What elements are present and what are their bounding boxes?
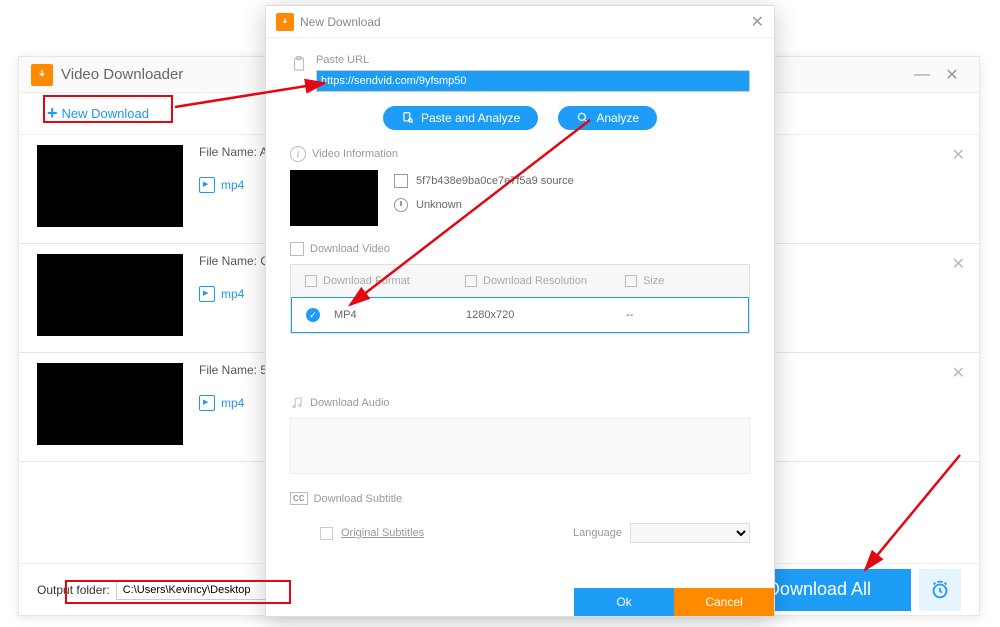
selected-radio-icon: ✓ [306,308,320,322]
language-select[interactable] [630,523,750,543]
cancel-button[interactable]: Cancel [674,588,774,616]
format-text: mp4 [221,396,244,410]
video-format-icon [199,177,215,193]
output-folder-label: Output folder: [37,583,110,597]
clipboard-icon [290,54,308,74]
search-icon [576,111,590,125]
video-thumbnail [37,254,183,336]
video-info-header: i Video Information [290,146,750,162]
format-text: mp4 [221,178,244,192]
download-audio-header: Download Audio [290,396,750,410]
remove-item-button[interactable]: ✕ [952,363,965,383]
analyze-button[interactable]: Analyze [558,106,657,130]
video-thumbnail [37,363,183,445]
minimize-button[interactable]: — [907,60,937,90]
size-header-icon [625,275,637,287]
clock-icon [394,198,408,212]
download-subtitle-header: CC Download Subtitle [290,492,750,505]
format-text: mp4 [221,287,244,301]
scheduler-button[interactable] [919,569,961,611]
audio-options-box [290,418,750,474]
app-logo-icon [31,64,53,86]
paste-analyze-button[interactable]: Paste and Analyze [383,106,538,130]
analyze-label: Analyze [596,111,639,125]
dialog-logo-icon [276,13,294,31]
format-row[interactable]: ✓ MP4 1280x720 -- [291,297,749,333]
dialog-title: New Download [300,15,751,29]
cc-icon: CC [290,492,308,505]
clipboard-search-icon [401,111,415,125]
video-format-icon [199,286,215,302]
dialog-titlebar: New Download ✕ [266,6,774,38]
resolution-header-icon [465,275,477,287]
new-download-dialog: New Download ✕ Paste URL Paste and Analy… [265,5,775,617]
original-subtitles-label: Original Subtitles [341,527,424,539]
close-button[interactable]: ✕ [937,60,967,90]
language-label: Language [573,527,622,539]
url-input[interactable] [316,70,750,92]
video-format-icon [199,395,215,411]
subtitle-checkbox[interactable] [320,527,333,540]
download-video-header: Download Video [290,242,750,256]
plus-icon: + [47,103,58,124]
video-icon [290,242,304,256]
paste-url-label: Paste URL [316,54,750,66]
format-header-icon [305,275,317,287]
file-icon [394,174,408,188]
duration-text: Unknown [416,199,462,211]
dialog-video-thumbnail [290,170,378,226]
ok-button[interactable]: Ok [574,588,674,616]
remove-item-button[interactable]: ✕ [952,254,965,274]
info-icon: i [290,146,306,162]
music-note-icon [290,396,304,410]
format-table: Download Format Download Resolution Size… [290,264,750,334]
dialog-close-button[interactable]: ✕ [751,12,764,32]
paste-analyze-label: Paste and Analyze [421,111,520,125]
video-thumbnail [37,145,183,227]
new-download-button[interactable]: + New Download [37,99,159,128]
new-download-label: New Download [62,106,149,121]
output-folder-input[interactable] [116,580,271,600]
source-name: 5f7b438e9ba0ce7e7f5a9 source [416,175,574,187]
remove-item-button[interactable]: ✕ [952,145,965,165]
